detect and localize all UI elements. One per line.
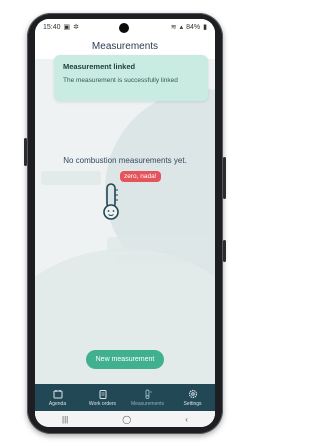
nav-item-measurements[interactable]: Measurements	[126, 389, 170, 407]
phone-screen: 15:40 ▣ ✲ ≋ ▴ 84% ▮ Measurements Measure…	[35, 19, 215, 427]
speech-bubble: zero, nada!	[120, 171, 161, 182]
battery-icon: ▮	[203, 24, 207, 31]
nav-label: Agenda	[48, 400, 67, 407]
signal-icon: ▴	[179, 24, 184, 31]
toast-notification[interactable]: Measurement linked The measurement is su…	[54, 55, 208, 101]
placeholder-card	[115, 255, 209, 263]
clipboard-icon	[99, 389, 106, 399]
placeholder-card	[107, 237, 209, 251]
gear-icon: ✲	[73, 24, 80, 31]
image-icon: ▣	[63, 24, 71, 31]
page-title: Measurements	[91, 41, 159, 52]
gear-icon	[188, 389, 197, 398]
empty-state-message: No combustion measurements yet.	[63, 156, 187, 165]
nav-item-work-orders[interactable]: Work orders	[81, 389, 125, 407]
nav-label: Measurements	[130, 400, 165, 407]
power-button	[223, 240, 226, 262]
nav-label: Work orders	[88, 400, 117, 407]
toast-title: Measurement linked	[63, 62, 136, 71]
side-key	[24, 138, 27, 166]
new-measurement-button[interactable]: New measurement	[86, 350, 164, 369]
battery-level: 84%	[186, 23, 201, 31]
front-camera	[119, 23, 129, 33]
recent-apps-icon[interactable]: |||	[62, 415, 68, 424]
nav-item-agenda[interactable]: Agenda	[36, 389, 80, 407]
home-icon[interactable]: ◯	[122, 415, 131, 424]
nav-item-settings[interactable]: Settings	[171, 389, 215, 407]
thermometer-icon	[103, 183, 119, 220]
wifi-icon: ≋	[170, 24, 177, 31]
toast-message: The measurement is successfully linked	[63, 77, 178, 84]
measurement-icon	[144, 389, 152, 399]
volume-button	[223, 157, 226, 199]
placeholder-card	[41, 171, 101, 185]
calendar-icon	[53, 389, 62, 398]
bottom-navigation: Agenda Work orders Measurements Settings	[35, 384, 215, 411]
status-time: 15:40	[43, 23, 61, 31]
back-icon[interactable]: ‹	[185, 415, 188, 424]
nav-label: Settings	[183, 400, 202, 407]
system-navigation: ||| ◯ ‹	[35, 411, 215, 427]
